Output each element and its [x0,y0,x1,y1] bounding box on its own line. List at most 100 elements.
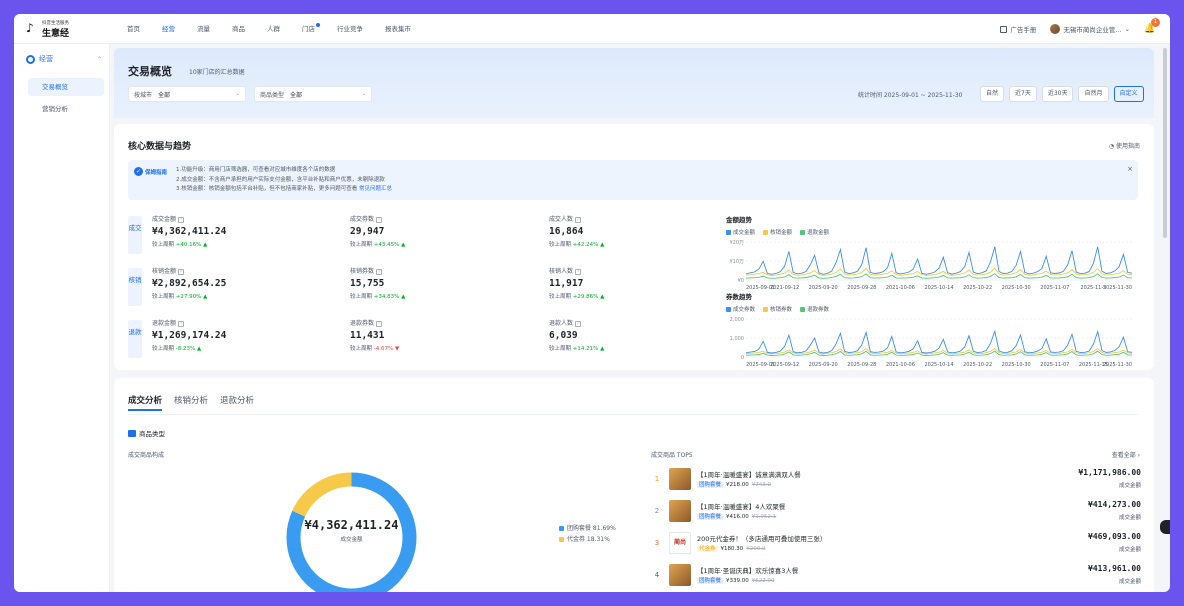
close-icon[interactable]: × [1127,165,1133,173]
help-icon[interactable]: ? [575,217,582,223]
help-icon[interactable]: ? [376,217,383,223]
product-thumbnail [669,564,691,586]
ad-help-link[interactable]: 广告手册 [1000,24,1036,34]
metric-change: +14.21% [572,346,599,352]
page-scrollbar[interactable] [1163,48,1167,238]
metric-group: 成交 成交金额? ¥4,362,411.24 较上周期 +40.16% ▲ 成交券数? 2… [128,214,718,260]
legend-swatch [763,307,769,312]
metric-value: ¥4,362,411.24 [152,226,227,237]
metric-title-text: 退款券数 [350,320,375,327]
x-tick-label: 2025-09-28 [847,362,876,368]
help-icon[interactable]: ? [178,321,185,327]
donut-legend-item[interactable]: 代金券 18.31% [559,534,616,545]
usage-guide-label: 使用指南 [1115,143,1140,150]
sidebar-item-marketing-analysis[interactable]: 营销分析 [28,100,104,118]
date-range-button[interactable]: 近7天 [1009,86,1037,102]
help-icon[interactable]: ? [376,321,383,327]
feedback-widget[interactable] [1160,520,1170,534]
amount-trend-svg: ¥0¥10万¥20万2025-09-012021-09-12 2025-09-20… [729,240,1133,291]
donut-center: ¥4,362,411.24 成交金额 [284,518,419,543]
nav-item[interactable]: 首页 [116,14,151,44]
top5-title: 成交商品 TOP5 [651,452,693,459]
legend-swatch [559,537,564,542]
legend-item[interactable]: 成交券数 [726,305,755,313]
date-range-button[interactable]: 近30天 [1041,86,1074,102]
metric-title-text: 退款金额 [152,320,177,327]
faq-link[interactable]: 常见问题汇总 [359,186,392,192]
product-type-filter-value: 全部 [290,91,303,99]
metric-title: 核销券数? [350,266,500,275]
donut-legend: 团购套餐 81.69% 代金券 18.31% [559,523,616,545]
notification-button[interactable]: 🔔 1 [1144,18,1160,35]
nav-item[interactable]: 门店 [291,14,326,44]
help-icon[interactable]: ? [376,269,383,275]
legend-label: 成交金额 [733,230,756,236]
arrow-up-icon: ▲ [598,242,605,248]
date-range-text: 统计时间 2025-09-01 ~ 2025-11-30 [858,92,963,99]
top5-row[interactable]: 4 【1周年·圣诞庆典】欢乐惊喜3人餐 团购套餐 ¥339.00 ¥622.00 ¥413… [651,560,1141,592]
top-bar: ♪ 抖音生活服务 生意经 首页 经营 流量 商品 人群 门店 行业竞争 报表集市 广告手册 无… [14,14,1170,44]
metric-card: 成交人数? 16,864 较上周期 +42.24% ▲ [549,214,699,248]
nav-item[interactable]: 经营 [151,14,186,44]
help-icon[interactable]: ? [575,269,582,275]
date-range-button[interactable]: 自然 [980,86,1005,102]
series-line-成交金额 [745,246,1133,275]
tips-line: 3.核销金额：核销金额包括平台补贴，但不包括商家补贴，更多问题可查看 常见问题汇… [176,185,392,195]
nav-item[interactable]: 人群 [256,14,291,44]
view-all-link[interactable]: 查看全部 › [1112,450,1140,459]
analysis-tab[interactable]: 核销分析 [174,394,208,411]
y-tick-label: 1,000 [730,336,744,342]
date-range-button[interactable]: 自然月 [1078,86,1109,102]
legend-item[interactable]: 退款券数 [800,305,829,313]
rank-number: 1 [654,475,660,483]
product-meta: 团购套餐 ¥416.00 ¥1,952.1 [697,512,776,520]
analysis-tab[interactable]: 退款分析 [220,394,254,411]
product-amount-label: 成交金额 [1118,483,1141,489]
nav-item[interactable]: 商品 [221,14,256,44]
legend-swatch [726,307,731,312]
nav-item[interactable]: 流量 [186,14,221,44]
metric-compare: 较上周期 +29.86% ▲ [549,292,699,300]
metric-compare-label: 较上周期 [549,294,572,300]
help-icon[interactable]: ? [178,217,185,223]
product-tag: 团购套餐 [697,482,724,488]
legend-item[interactable]: 核销券数 [763,305,792,313]
product-type-filter-select[interactable]: 商品类型 全部 ⌄ [254,86,372,102]
account-switcher[interactable]: 无锡市蔺尚企业管... ⌄ [1050,24,1130,34]
metric-compare: 较上周期 -8.23% ▲ [152,344,302,352]
product-type-label: 商品类型 [139,430,165,438]
legend-item[interactable]: 核销金额 [763,228,792,236]
metric-title-text: 成交金额 [152,216,177,223]
logo[interactable]: ♪ 抖音生活服务 生意经 [26,19,96,39]
tips-line: 2.成交金额：不含商户承担的用户实际支付金额，含平台补贴和商户优惠，未剔除退款 [176,176,385,183]
top5-row[interactable]: 3 蔺尚 200元代金券！（多店通用可叠加使用三张） 代金券 ¥180.30 ¥200.0… [651,528,1141,560]
product-original-price: ¥622.00 [751,578,775,584]
help-icon[interactable]: ? [178,269,185,275]
top5-row[interactable]: 1 【1周年·温暖盛宴】诚意满满双人餐 团购套餐 ¥218.00 ¥743.0 ¥1,17… [651,464,1141,496]
product-amount-label: 成交金额 [1118,515,1141,521]
city-filter-select[interactable]: 按城市 全部 ⌄ [128,86,246,102]
amount-trend-chart: 金额趋势 成交金额 核销金额 退款金额 ¥0 ¥10万 ¥20万 2025-09-01 20… [726,214,1140,292]
chevron-down-icon: ⌄ [1124,25,1130,33]
nav-item[interactable]: 报表集市 [374,14,422,44]
y-tick-label: ¥20万 [729,240,744,246]
city-filter-label: 按城市 [134,91,153,99]
donut-legend-item[interactable]: 团购套餐 81.69% [559,523,616,534]
nav-item-label: 经营 [162,25,175,33]
top5-row[interactable]: 2 【1周年·温暖盛宴】4人欢聚餐 团购套餐 ¥416.00 ¥1,952.1 ¥414,… [651,496,1141,528]
date-range-button[interactable]: 自定义 [1113,86,1144,102]
nav-item[interactable]: 行业竞争 [326,14,374,44]
tips-text: 1.功能升级：商用门店筛选器，可查看对应城市维度各个店的数据 2.成交金额：不含… [176,166,392,195]
metric-group-label: 核销 [128,268,142,306]
product-name: 【1周年·圣诞庆典】欢乐惊喜3人餐 [697,567,799,575]
legend-item[interactable]: 退款金额 [800,228,829,236]
sidebar-item-trade-overview[interactable]: 交易概览 [28,78,104,96]
sidebar-group-business[interactable]: 经营 ⌃ [26,52,102,66]
help-icon[interactable]: ? [575,321,582,327]
legend-label: 退款金额 [807,230,830,236]
usage-guide-link[interactable]: ◔ 使用指南 [1109,141,1140,150]
chart-legend: 成交券数 核销券数 退款券数 [726,305,1140,313]
legend-item[interactable]: 成交金额 [726,228,755,236]
analysis-tab[interactable]: 成交分析 [128,394,163,411]
metric-compare-label: 较上周期 [350,242,373,248]
